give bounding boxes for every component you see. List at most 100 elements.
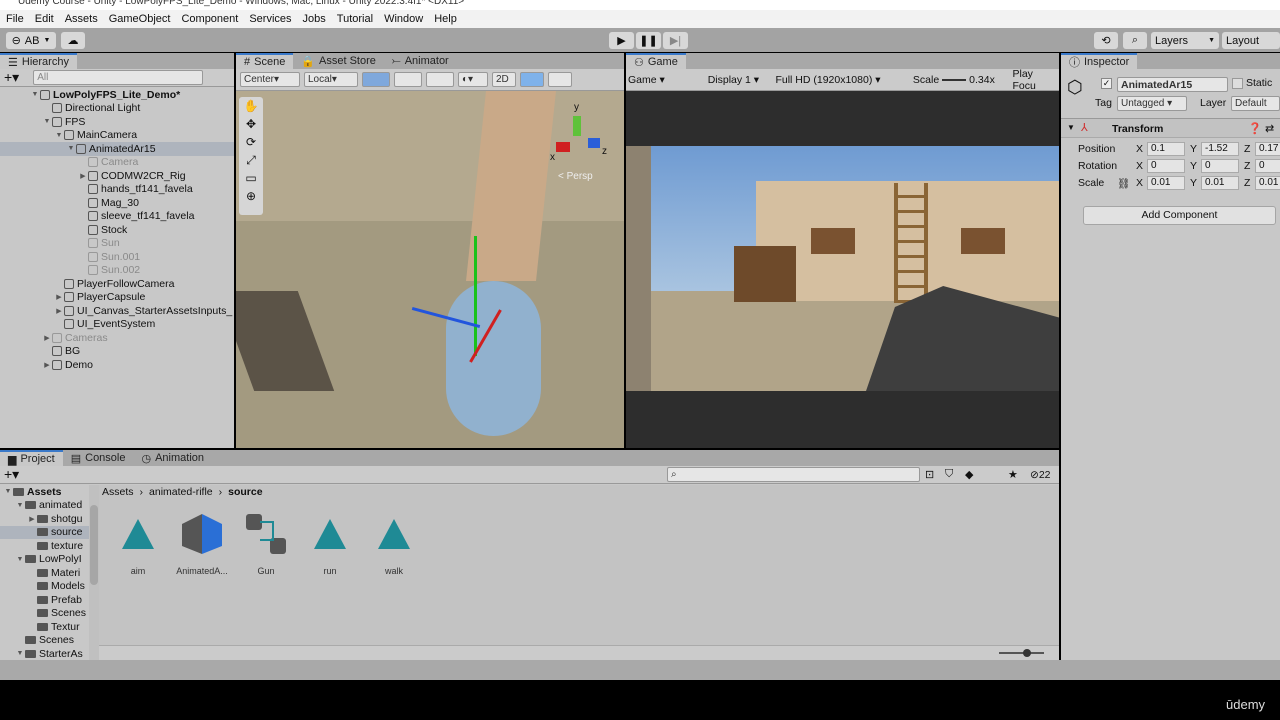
gizmos-button[interactable] (426, 72, 454, 87)
tab-hierarchy[interactable]: ☰ Hierarchy (0, 53, 77, 69)
effects-dropdown[interactable] (548, 72, 572, 87)
hierarchy-item[interactable]: sleeve_tf141_favela (0, 210, 234, 224)
transform-position-y-input[interactable]: -1.52 (1201, 142, 1239, 156)
hierarchy-item[interactable]: ▶ Cameras (0, 331, 234, 345)
menu-jobs[interactable]: Jobs (303, 13, 326, 25)
folder-item[interactable]: Scenes (0, 607, 90, 621)
icon-size-slider[interactable] (999, 649, 1044, 657)
folder-item[interactable]: ▼ StarterAs (0, 647, 90, 660)
hierarchy-item[interactable]: Sun.001 (0, 250, 234, 264)
transform-position-x-input[interactable]: 0.1 (1147, 142, 1185, 156)
pause-button[interactable]: ❚❚ (636, 32, 661, 49)
folder-item[interactable]: ▼ animated (0, 499, 90, 513)
expand-arrow-icon[interactable]: ▶ (54, 293, 64, 301)
projection-label[interactable]: < Persp (558, 171, 593, 182)
asset-item[interactable]: walk (364, 512, 424, 576)
display-dropdown[interactable]: Display 1 ▾ (702, 74, 772, 86)
folder-item[interactable]: ▶ shotgu (0, 512, 90, 526)
static-checkbox[interactable] (1232, 78, 1243, 89)
hierarchy-item[interactable]: Mag_30 (0, 196, 234, 210)
layer-dropdown[interactable]: Default (1231, 96, 1280, 111)
hierarchy-item[interactable]: Sun.002 (0, 264, 234, 278)
transform-header[interactable]: ▼ ⅄ Transform ❓ ⇄ (1061, 118, 1280, 138)
pivot-dropdown[interactable]: Center ▾ (240, 72, 300, 87)
menu-gameobject[interactable]: GameObject (109, 13, 171, 25)
breadcrumb-item[interactable]: source (228, 486, 262, 500)
hidden-packages-count[interactable]: ⊘22 (1030, 469, 1051, 481)
expand-arrow-icon[interactable]: ▼ (66, 145, 76, 152)
lighting-toggle[interactable] (520, 72, 544, 87)
layout-dropdown[interactable]: Layout (1222, 32, 1280, 49)
tab-asset-store[interactable]: 🔒 Asset Store (293, 53, 384, 69)
play-button[interactable]: ▶ (609, 32, 634, 49)
menu-help[interactable]: Help (434, 13, 457, 25)
hierarchy-item[interactable]: Directional Light (0, 102, 234, 116)
expand-arrow-icon[interactable]: ▶ (78, 172, 88, 180)
folder-item[interactable]: Materi (0, 566, 90, 580)
folder-item[interactable]: source (0, 525, 90, 539)
hierarchy-item[interactable]: PlayerFollowCamera (0, 277, 234, 291)
tab-game[interactable]: ⚇ Game (626, 53, 686, 69)
menu-component[interactable]: Component (181, 13, 238, 25)
layers-dropdown[interactable]: Layers ▼ (1151, 32, 1219, 49)
hierarchy-item[interactable]: ▶ UI_Canvas_StarterAssetsInputs_ (0, 304, 234, 318)
game-view-dropdown[interactable]: Game ▾ (626, 74, 702, 86)
asset-item[interactable]: aim (108, 512, 168, 576)
menu-window[interactable]: Window (384, 13, 423, 25)
hierarchy-item[interactable]: ▼ FPS (0, 115, 234, 129)
scene-gizmo[interactable]: y x z (546, 102, 607, 166)
hierarchy-item[interactable]: ▶ CODMW2CR_Rig (0, 169, 234, 183)
asset-item[interactable]: run (300, 512, 360, 576)
help-icon[interactable]: ❓ (1248, 122, 1262, 135)
folder-item[interactable]: texture (0, 539, 90, 553)
create-button[interactable]: +▾ (4, 69, 19, 86)
hierarchy-item[interactable]: Sun (0, 237, 234, 251)
menu-services[interactable]: Services (249, 13, 291, 25)
grid-snap-button[interactable] (362, 72, 390, 87)
tab-scene[interactable]: # Scene (236, 53, 294, 69)
tab-console[interactable]: ▤ Console (63, 450, 134, 466)
create-asset-button[interactable]: +▾ (4, 466, 19, 483)
expand-arrow-icon[interactable]: ▶ (27, 515, 37, 523)
expand-arrow-icon[interactable]: ▼ (15, 502, 25, 509)
hierarchy-item[interactable]: BG (0, 345, 234, 359)
constrain-proportions-icon[interactable]: ⛓ (1117, 176, 1130, 190)
hierarchy-item[interactable]: Stock (0, 223, 234, 237)
folder-item[interactable]: Scenes (0, 634, 90, 648)
search-by-label-icon[interactable]: ⛉ (945, 468, 953, 481)
snap-increment-button[interactable] (394, 72, 422, 87)
transform-rotation-y-input[interactable]: 0 (1201, 159, 1239, 173)
project-search-input[interactable]: ⌕ (667, 467, 920, 482)
tag-dropdown[interactable]: Untagged ▾ (1117, 96, 1187, 111)
add-component-button[interactable]: Add Component (1083, 206, 1276, 225)
undo-history-button[interactable]: ⟲ (1094, 32, 1118, 49)
expand-arrow-icon[interactable]: ▶ (42, 334, 52, 342)
menu-edit[interactable]: Edit (35, 13, 54, 25)
asset-item[interactable]: AnimatedA... (172, 512, 232, 576)
expand-arrow-icon[interactable]: ▼ (3, 488, 13, 495)
menu-file[interactable]: File (6, 13, 24, 25)
hierarchy-item[interactable]: ▼ LowPolyFPS_Lite_Demo* (0, 88, 234, 102)
menu-assets[interactable]: Assets (65, 13, 98, 25)
expand-arrow-icon[interactable]: ▶ (42, 361, 52, 369)
folder-item[interactable]: Textur (0, 620, 90, 634)
hierarchy-item[interactable]: ▼ AnimatedAr15 (0, 142, 234, 156)
hierarchy-item[interactable]: hands_tf141_favela (0, 183, 234, 197)
transform-scale-y-input[interactable]: 0.01 (1201, 176, 1239, 190)
asset-item[interactable]: Gun (236, 512, 296, 576)
expand-arrow-icon[interactable]: ▶ (54, 307, 64, 315)
transform-tools[interactable]: ✋ ✥ ⟳ ⤢ ▭ ⊕ (239, 97, 263, 215)
transform-rotation-z-input[interactable]: 0 (1255, 159, 1280, 173)
expand-arrow-icon[interactable]: ▼ (15, 650, 25, 657)
expand-arrow-icon[interactable]: ▼ (15, 556, 25, 563)
play-focused-dropdown[interactable]: Play Focu (1009, 68, 1060, 92)
expand-arrow-icon[interactable]: ▼ (54, 132, 64, 139)
search-button[interactable]: ⌕ (1123, 32, 1147, 49)
settings-icon[interactable]: ⇄ (1265, 122, 1274, 135)
search-by-type-icon[interactable]: ⊡ (925, 468, 934, 481)
folder-item[interactable]: Models (0, 580, 90, 594)
hierarchy-item[interactable]: Camera (0, 156, 234, 170)
favorite-icon[interactable]: ★ (1008, 468, 1018, 481)
transform-scale-x-input[interactable]: 0.01 (1147, 176, 1185, 190)
tab-animator[interactable]: ⤚ Animator (384, 53, 457, 69)
